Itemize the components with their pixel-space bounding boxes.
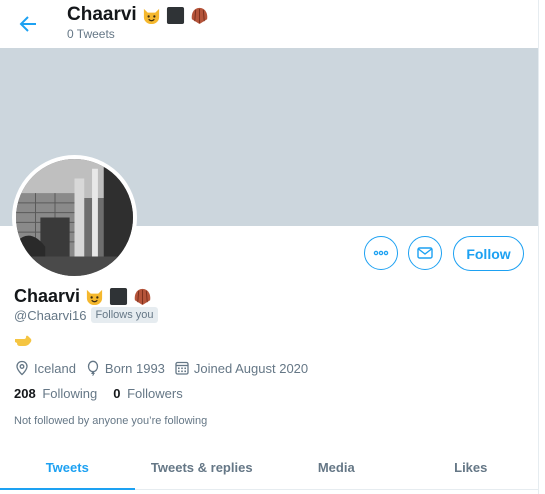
follows-you-badge: Follows you <box>91 307 158 323</box>
more-dots-icon <box>373 250 389 256</box>
profile-handle: @Chaarvi16 <box>14 307 87 323</box>
shell-emoji-icon <box>134 288 151 305</box>
black-square-emoji-icon <box>109 287 128 305</box>
profile-tabs: Tweets Tweets & replies Media Likes <box>0 445 538 490</box>
born-text: Born 1993 <box>104 360 165 376</box>
cat-emoji-icon <box>143 8 159 24</box>
followers-count: 0 <box>113 386 121 401</box>
balloon-icon <box>87 360 99 376</box>
calendar-icon <box>175 361 189 375</box>
profile-name: Chaarvi <box>14 284 152 308</box>
cat-emoji-icon <box>86 289 103 305</box>
more-options-button[interactable] <box>364 236 398 270</box>
column-divider <box>538 0 545 494</box>
shell-emoji-icon <box>191 7 207 24</box>
envelope-icon <box>417 247 433 259</box>
location-text: Iceland <box>34 360 76 376</box>
followers-label: Followers <box>127 386 183 401</box>
following-label: Following <box>42 386 98 401</box>
tweet-count: 0 Tweets <box>67 27 115 41</box>
following-link[interactable]: 208 Following <box>14 386 97 401</box>
joined-item: Joined August 2020 <box>174 360 308 376</box>
following-count: 208 <box>14 386 36 401</box>
profile-header: Chaarvi 0 Tweets <box>0 0 538 48</box>
location-pin-icon <box>16 360 28 376</box>
pointing-hand-emoji-icon <box>15 335 32 346</box>
followers-link[interactable]: 0 Followers <box>113 386 182 401</box>
tab-media[interactable]: Media <box>269 445 404 489</box>
message-button[interactable] <box>408 236 442 270</box>
follow-stats: 208 Following 0 Followers <box>14 386 199 401</box>
birthday-item: Born 1993 <box>85 360 165 376</box>
avatar[interactable] <box>12 155 137 280</box>
profile-bio <box>14 333 32 350</box>
tab-likes[interactable]: Likes <box>404 445 539 489</box>
back-arrow-icon[interactable] <box>16 12 40 36</box>
profile-meta: Iceland Born 1993 Joined August 2020 <box>14 360 317 376</box>
header-title: Chaarvi <box>67 4 209 26</box>
follow-button[interactable]: Follow <box>453 236 524 271</box>
joined-text: Joined August 2020 <box>193 360 309 376</box>
followed-by-note: Not followed by anyone you’re following <box>14 415 208 427</box>
location-item: Iceland <box>14 360 76 376</box>
handle-row: @Chaarvi16 Follows you <box>14 307 158 323</box>
tab-tweets-replies[interactable]: Tweets & replies <box>135 445 270 489</box>
black-square-emoji-icon <box>166 6 184 24</box>
profile-name-text: Chaarvi <box>14 286 81 306</box>
tab-tweets[interactable]: Tweets <box>0 445 135 490</box>
avatar-photo <box>16 159 133 276</box>
header-name-text: Chaarvi <box>67 4 137 25</box>
